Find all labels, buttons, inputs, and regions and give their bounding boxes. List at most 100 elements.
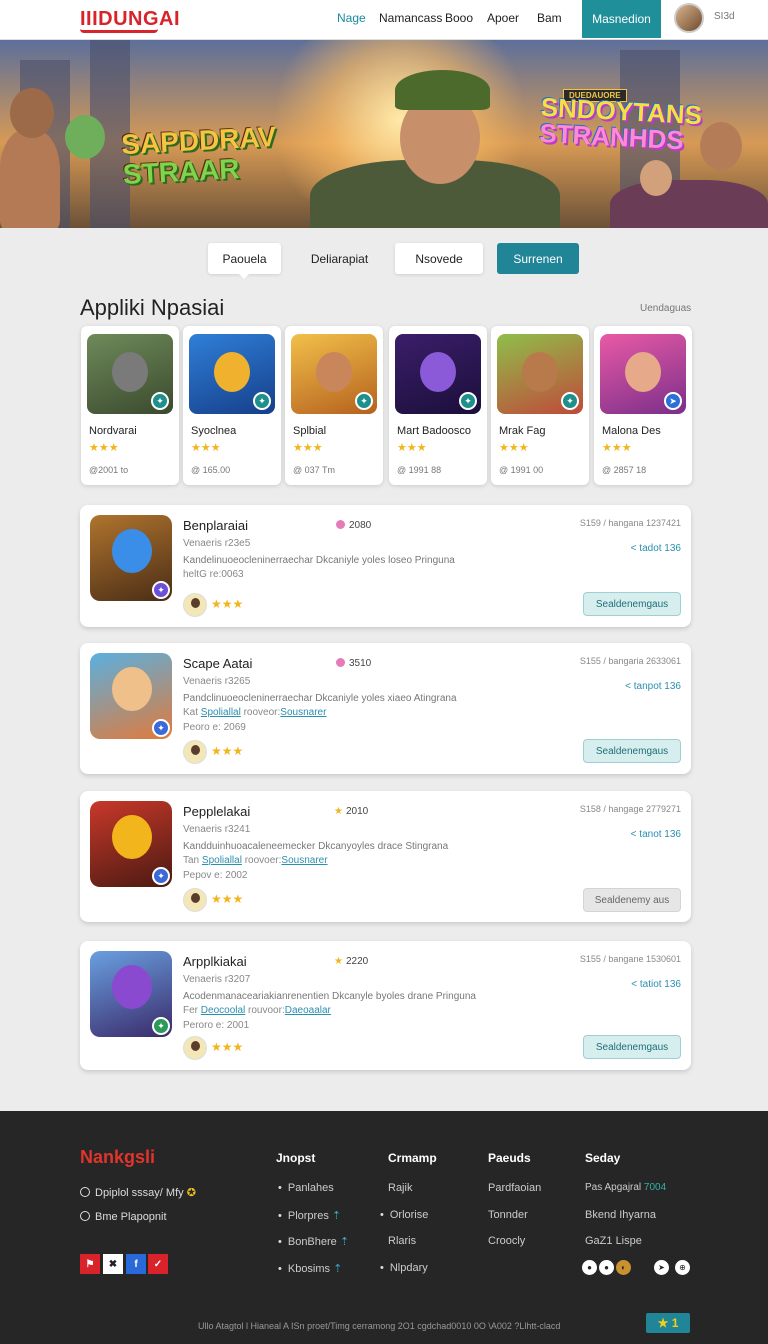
footer-link-text: Plorpres [287,1210,329,1222]
listing-detail-text: roovoer: [241,855,282,866]
listing-detail: Kat Spoliallal rooveor:Sousnarer [183,707,326,718]
location-icon [80,1211,90,1221]
nav-item-2[interactable]: Namancass [379,11,442,25]
hero-game-title-right: SNDOYTANS STRANHDS [539,92,703,155]
listing-card[interactable]: ✦ Scape Aatai 3510 Venaeris r3265 Pandcl… [80,643,691,774]
listing-subtitle: Venaeris r3241 [183,824,251,835]
user-avatar[interactable] [674,3,704,33]
listing-title[interactable]: Scape Aatai [183,656,252,671]
footer-link[interactable]: Rajik [388,1182,412,1194]
social-icon-2[interactable]: ✖ [103,1254,123,1274]
listing-action-button[interactable]: Sealdenemy aus [583,888,681,912]
brand-logo[interactable]: IIIDUNGAI [80,8,180,31]
social-icon-4[interactable]: ✓ [148,1254,168,1274]
app-meta: @ 2857 18 [602,465,647,475]
listing-rating: ★ 2010 [334,806,368,817]
app-icon-image: ✦ [189,334,275,414]
tab-2[interactable]: Deliarapiat [297,243,382,274]
footer-link[interactable]: • Panlahes [278,1182,334,1194]
listing-detail-link[interactable]: Sousnarer [281,855,327,866]
footer-contact-item[interactable]: Dpiplol sssay/ Mfy ✪ [80,1186,196,1199]
footer-circle-icon[interactable]: ● [582,1260,597,1275]
app-card[interactable]: ✦ Splbial ★★★ @ 037 Tm [285,326,383,485]
listing-action-button[interactable]: Sealdenemgaus [583,739,681,763]
listing-title[interactable]: Benplaraiai [183,518,248,533]
app-card[interactable]: ✦ Nordvarai ★★★ @2001 to [81,326,179,485]
listing-card[interactable]: ✦ Benplaraiai 2080 Venaeris r23e5 Kandel… [80,505,691,627]
nav-item-3[interactable]: Booo [445,11,473,25]
nav-item-4[interactable]: Apoer [487,11,519,25]
footer-link[interactable]: Bkend Ihyarna [585,1209,656,1221]
listing-title[interactable]: Pepplelakai [183,804,250,819]
app-card[interactable]: ✦ Mart Badoosco ★★★ @ 1991 88 [389,326,487,485]
app-card[interactable]: ✦ Mrak Fag ★★★ @ 1991 00 [491,326,589,485]
listing-detail-link[interactable]: Spoliallal [201,707,241,718]
hero-character-left [0,130,60,228]
app-card[interactable]: ✦ Syoclnea ★★★ @ 165.00 [183,326,281,485]
footer-link[interactable]: • Plorpres ⇡ [278,1209,341,1222]
listing-action-button[interactable]: Sealdenemgaus [583,1035,681,1059]
section-see-all-link[interactable]: Uendaguas [640,303,691,314]
user-label: SI3d [714,11,735,22]
listing-link[interactable]: < tadot 136 [631,543,681,554]
app-icon-image: ✦ [87,334,173,414]
footer-link[interactable]: • Nlpdary [380,1262,428,1274]
listing-description: Pandclinuoeocleninerraechar Dkcaniyle yo… [183,693,457,704]
footer-link[interactable]: GaZ1 Lispe [585,1235,642,1247]
tab-4[interactable]: Surrenen [497,243,579,274]
rating-star-icon: ★ [334,956,343,967]
listing-author-avatar[interactable] [183,593,207,617]
footer-link[interactable]: Rlaris [388,1235,416,1247]
listing-author-avatar[interactable] [183,1036,207,1060]
nav-item-5[interactable]: Bam [537,11,562,25]
footer-circle-icon[interactable]: ⊕ [675,1260,690,1275]
listing-author-avatar[interactable] [183,740,207,764]
footer-link[interactable]: • BonBhere ⇡ [278,1235,349,1248]
hero-banner[interactable]: SAPDDRAV STRAAR DUEDAUORE SNDOYTANS STRA… [0,40,768,228]
listing-subtitle: Venaeris r3207 [183,974,251,985]
listing-card[interactable]: ✦ Arpplkiakai ★ 2220 Venaeris r3207 Acode… [80,941,691,1070]
listing-detail-link[interactable]: Spoliallal [202,855,242,866]
footer-link[interactable]: Croocly [488,1235,525,1247]
tab-active-indicator [238,273,250,279]
footer-contact-item[interactable]: Bme Plapopnit [80,1211,167,1223]
listing-card[interactable]: ✦ Pepplelakai ★ 2010 Venaeris r3241 Kandd… [80,791,691,922]
footer-link[interactable]: Tonnder [488,1209,528,1221]
footer-link[interactable]: Pardfaoian [488,1182,541,1194]
listing-link[interactable]: < tanot 136 [631,829,681,840]
tab-1[interactable]: Paouela [208,243,281,274]
listing-detail-link[interactable]: Deocoolal [201,1005,245,1016]
listing-character [112,529,152,573]
listing-title[interactable]: Arpplkiakai [183,954,247,969]
listing-detail-link[interactable]: Sousnarer [280,707,326,718]
listing-detail-link[interactable]: Daeoaalar [285,1005,331,1016]
listing-detail: Tan Spoliallal roovoer:Sousnarer [183,855,328,866]
listing-action-button[interactable]: Sealdenemgaus [583,592,681,616]
listing-character [112,965,152,1009]
listing-link[interactable]: < tanpot 136 [625,681,681,692]
hero-game-title-left: SAPDDRAV STRAAR [120,121,279,190]
footer-logo[interactable]: Nankgsli [80,1147,155,1168]
footer-link[interactable]: • Kbosims ⇡ [278,1262,342,1275]
footer-link[interactable]: • Orlorise [380,1209,428,1221]
tab-3[interactable]: Nsovede [395,243,483,274]
header-cta-button[interactable]: Masnedion [582,0,661,38]
listing-link[interactable]: < tatiot 136 [631,979,681,990]
footer-circle-icon[interactable]: ➤ [654,1260,669,1275]
listing-description: Acodenmanaceariakianrenentien Dkcanyle b… [183,991,476,1002]
footer-contact-text: Dpiplol sssay/ Mfy [95,1187,184,1199]
social-icon-1[interactable]: ⚑ [80,1254,100,1274]
footer-link-text: Pas Apgajral [585,1182,642,1193]
footer-circle-icon[interactable]: ◐ [616,1260,631,1275]
app-card[interactable]: ➤ Malona Des ★★★ @ 2857 18 [594,326,692,485]
footer-badge[interactable]: ★ 1 [646,1313,690,1333]
listing-author-avatar[interactable] [183,888,207,912]
footer-link[interactable]: Pas Apgajral 7004 [585,1182,666,1193]
listing-thumbnail: ✦ [90,653,172,739]
social-icon-3[interactable]: f [126,1254,146,1274]
footer-circle-icon[interactable]: ● [599,1260,614,1275]
listing-date: Pepov e: 2002 [183,870,248,881]
app-icon-image: ✦ [291,334,377,414]
app-badge-icon: ✦ [355,392,373,410]
nav-item-home[interactable]: Nage [337,11,366,25]
